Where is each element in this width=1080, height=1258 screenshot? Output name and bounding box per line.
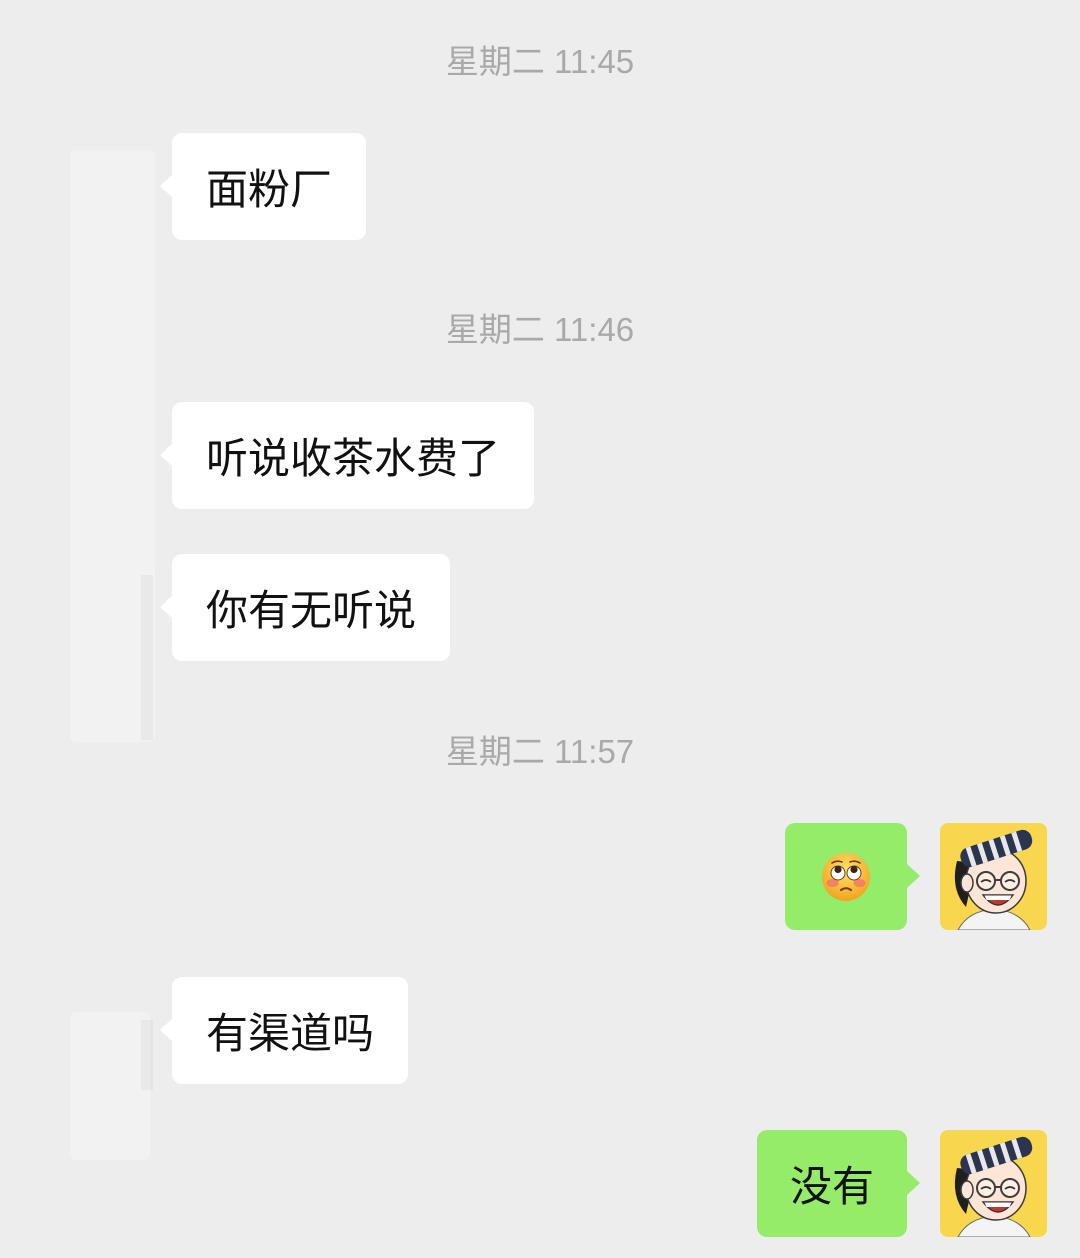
chat-screen: 星期二 11:45 面粉厂 星期二 11:46 听说收茶水费了 你有无听说 星期… [0, 0, 1080, 1258]
message-text: 没有 [789, 1162, 874, 1211]
timestamp: 星期二 11:45 [445, 43, 635, 80]
redacted-avatar-edge [141, 575, 153, 740]
message-row-sent [785, 823, 1047, 930]
message-row-received: 你有无听说 [159, 554, 451, 661]
redacted-avatar [70, 1012, 150, 1160]
timestamp: 星期二 11:46 [445, 311, 635, 348]
message-text: 听说收茶水费了 [206, 434, 501, 483]
message-row-received: 有渠道吗 [159, 977, 409, 1084]
message-bubble-received[interactable]: 面粉厂 [159, 133, 367, 240]
message-row-received: 听说收茶水费了 [159, 402, 535, 509]
message-bubble-received[interactable]: 听说收茶水费了 [159, 402, 535, 509]
message-text: 你有无听说 [206, 586, 417, 635]
flushed-face-icon [820, 851, 872, 903]
message-bubble-sent[interactable] [785, 823, 920, 930]
message-bubble-sent[interactable]: 没有 [756, 1130, 921, 1237]
message-text: 面粉厂 [206, 165, 333, 214]
self-avatar[interactable] [940, 1130, 1047, 1237]
message-row-received: 面粉厂 [159, 133, 367, 240]
message-bubble-received[interactable]: 有渠道吗 [159, 977, 409, 1084]
self-avatar[interactable] [940, 823, 1047, 930]
message-text: 有渠道吗 [206, 1009, 375, 1058]
timestamp: 星期二 11:57 [445, 733, 635, 770]
message-bubble-received[interactable]: 你有无听说 [159, 554, 451, 661]
message-row-sent: 没有 [756, 1130, 1047, 1237]
redacted-avatar-edge [141, 1020, 153, 1090]
